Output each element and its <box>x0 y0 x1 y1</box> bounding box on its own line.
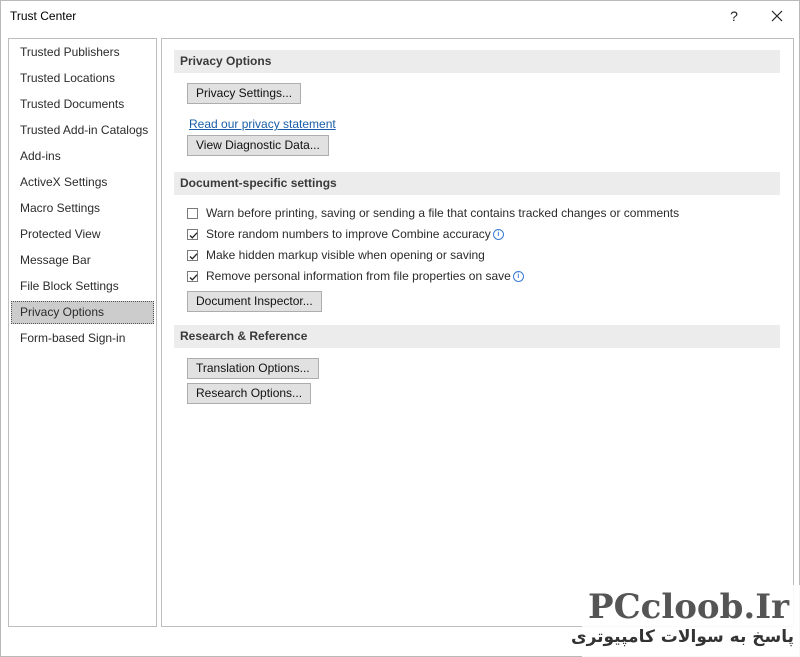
sidebar-item-trusted-addin-catalogs[interactable]: Trusted Add-in Catalogs <box>11 119 154 142</box>
watermark-logo-text: PCcloob.Ir <box>588 587 790 627</box>
section-heading-research-reference: Research & Reference <box>174 325 780 348</box>
checkbox-random-numbers[interactable] <box>187 228 198 240</box>
option-label: Store random numbers to improve Combine … <box>206 227 491 241</box>
translation-options-button[interactable]: Translation Options... <box>187 358 319 379</box>
sidebar-item-protected-view[interactable]: Protected View <box>11 223 154 246</box>
sidebar-item-privacy-options[interactable]: Privacy Options <box>11 301 154 324</box>
checkbox-remove-personal-info[interactable] <box>187 270 198 282</box>
document-inspector-button[interactable]: Document Inspector... <box>187 291 322 312</box>
random-numbers-option[interactable]: Store random numbers to improve Combine … <box>187 225 504 243</box>
sidebar-item-addins[interactable]: Add-ins <box>11 145 154 168</box>
checkmark-icon <box>189 231 198 239</box>
sidebar-item-trusted-locations[interactable]: Trusted Locations <box>11 67 154 90</box>
checkbox-hidden-markup[interactable] <box>187 249 198 261</box>
option-label: Warn before printing, saving or sending … <box>206 206 680 220</box>
checkmark-icon <box>189 273 198 281</box>
help-button[interactable]: ? <box>717 3 751 29</box>
section-heading-document-settings: Document-specific settings <box>174 172 780 195</box>
option-label: Remove personal information from file pr… <box>206 269 511 283</box>
view-diagnostic-data-button[interactable]: View Diagnostic Data... <box>187 135 329 156</box>
info-icon[interactable]: i <box>492 228 504 240</box>
research-options-button[interactable]: Research Options... <box>187 383 312 404</box>
privacy-statement-link[interactable]: Read our privacy statement <box>189 117 336 131</box>
privacy-settings-button[interactable]: Privacy Settings... <box>187 83 302 104</box>
trust-center-dialog: Trust Center ? Trusted Publishers Truste… <box>0 0 800 657</box>
remove-personal-info-option[interactable]: Remove personal information from file pr… <box>187 267 524 285</box>
sidebar-item-trusted-documents[interactable]: Trusted Documents <box>11 93 154 116</box>
section-heading-privacy-options: Privacy Options <box>174 50 780 73</box>
sidebar-item-trusted-publishers[interactable]: Trusted Publishers <box>11 41 154 64</box>
checkbox-warn-tracked-changes[interactable] <box>187 207 198 219</box>
close-icon <box>771 10 783 22</box>
sidebar-item-macro-settings[interactable]: Macro Settings <box>11 197 154 220</box>
title-bar: Trust Center ? <box>1 1 799 31</box>
privacy-options-panel: Privacy Options Privacy Settings... Read… <box>161 38 794 627</box>
warn-tracked-changes-option[interactable]: Warn before printing, saving or sending … <box>187 204 679 222</box>
info-icon[interactable]: i <box>512 270 524 282</box>
close-button[interactable] <box>760 3 794 29</box>
watermark: PCcloob.Ir پاسخ به سوالات کامپیوتری <box>571 585 800 657</box>
sidebar-item-file-block-settings[interactable]: File Block Settings <box>11 275 154 298</box>
hidden-markup-option[interactable]: Make hidden markup visible when opening … <box>187 246 485 264</box>
category-sidebar: Trusted Publishers Trusted Locations Tru… <box>8 38 157 627</box>
watermark-subtitle: پاسخ به سوالات کامپیوتری <box>570 627 794 647</box>
sidebar-item-message-bar[interactable]: Message Bar <box>11 249 154 272</box>
option-label: Make hidden markup visible when opening … <box>206 248 485 262</box>
sidebar-item-form-based-sign-in[interactable]: Form-based Sign-in <box>11 327 154 350</box>
sidebar-item-activex-settings[interactable]: ActiveX Settings <box>11 171 154 194</box>
checkmark-icon <box>189 252 198 260</box>
dialog-title: Trust Center <box>10 9 77 23</box>
